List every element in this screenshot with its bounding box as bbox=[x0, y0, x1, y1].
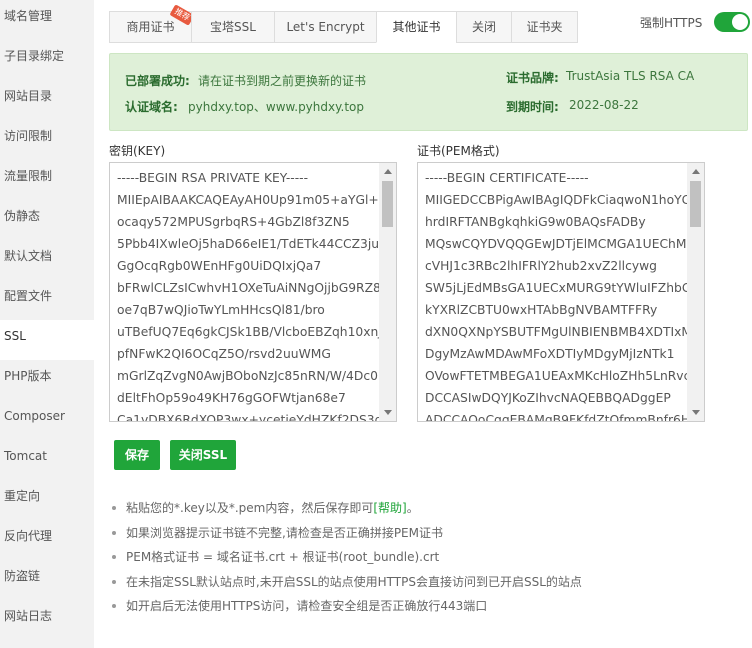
sidebar-item-rewrite[interactable]: 伪静态 bbox=[0, 200, 94, 240]
list-item: 如果浏览器提示证书链不完整,请检查是否正确拼接PEM证书 bbox=[109, 521, 582, 546]
force-https-toggle[interactable] bbox=[714, 12, 750, 32]
sidebar-item-site-log[interactable]: 网站日志 bbox=[0, 600, 94, 640]
tab-close[interactable]: 关闭 bbox=[456, 11, 511, 43]
domain-label: 认证域名: bbox=[125, 100, 178, 114]
force-https-label: 强制HTTPS bbox=[640, 16, 703, 30]
sidebar-item-domain[interactable]: 域名管理 bbox=[0, 0, 94, 40]
scroll-up-arrow-icon[interactable] bbox=[384, 169, 392, 174]
cert-info-panel: 已部署成功: 请在证书到期之前更换新的证书 证书品牌: TrustAsia TL… bbox=[109, 53, 748, 131]
sidebar-item-composer[interactable]: Composer bbox=[0, 400, 94, 440]
cert-label: 证书(PEM格式) bbox=[417, 144, 500, 158]
scroll-thumb[interactable] bbox=[690, 181, 701, 227]
key-textarea[interactable]: -----BEGIN RSA PRIVATE KEY----- MIIEpAIB… bbox=[109, 162, 397, 422]
cert-text: -----BEGIN CERTIFICATE----- MIIGEDCCBPig… bbox=[425, 171, 695, 422]
cert-textarea[interactable]: -----BEGIN CERTIFICATE----- MIIGEDCCBPig… bbox=[417, 162, 705, 422]
sidebar-item-config[interactable]: 配置文件 bbox=[0, 280, 94, 320]
scroll-down-arrow-icon[interactable] bbox=[384, 410, 392, 415]
tab-lets-encrypt[interactable]: Let's Encrypt bbox=[274, 11, 376, 43]
list-item: 在未指定SSL默认站点时,未开启SSL的站点使用HTTPS会直接访问到已开启SS… bbox=[109, 570, 582, 595]
expire-label: 到期时间: bbox=[506, 100, 559, 114]
help-link[interactable]: [帮助] bbox=[373, 501, 406, 515]
tips-list: 粘贴您的*.key以及*.pem内容，然后保存即可[帮助]。 如果浏览器提示证书… bbox=[109, 496, 582, 619]
brand-value: TrustAsia TLS RSA CA bbox=[566, 69, 695, 83]
list-item: PEM格式证书 = 域名证书.crt + 根证书(root_bundle).cr… bbox=[109, 545, 582, 570]
scroll-thumb[interactable] bbox=[382, 181, 393, 227]
sidebar-item-php[interactable]: PHP版本 bbox=[0, 360, 94, 400]
tab-other-cert[interactable]: 其他证书 bbox=[376, 11, 456, 43]
sidebar-item-traffic-limit[interactable]: 流量限制 bbox=[0, 160, 94, 200]
expire-value: 2022-08-22 bbox=[569, 98, 639, 112]
tab-label: 证书夹 bbox=[526, 20, 563, 34]
sidebar-item-hotlink[interactable]: 防盗链 bbox=[0, 560, 94, 600]
tab-label: Let's Encrypt bbox=[286, 20, 365, 34]
sidebar-item-default-doc[interactable]: 默认文档 bbox=[0, 240, 94, 280]
key-text: -----BEGIN RSA PRIVATE KEY----- MIIEpAIB… bbox=[117, 171, 396, 422]
tab-cert-folder[interactable]: 证书夹 bbox=[511, 11, 578, 43]
close-ssl-button[interactable]: 关闭SSL bbox=[170, 440, 236, 470]
ssl-tabs: 商用证书 推荐 宝塔SSL Let's Encrypt 其他证书 关闭 证书夹 bbox=[109, 4, 578, 43]
list-item: 如开启后无法使用HTTPS访问，请检查安全组是否正确放行443端口 bbox=[109, 594, 582, 619]
domain-value: pyhdxy.top、www.pyhdxy.top bbox=[188, 100, 364, 114]
list-item: 粘贴您的*.key以及*.pem内容，然后保存即可[帮助]。 bbox=[109, 496, 582, 521]
tab-label: 宝塔SSL bbox=[210, 20, 256, 34]
tip-text-end: 。 bbox=[406, 501, 419, 515]
toggle-knob bbox=[732, 14, 748, 30]
sidebar-item-ssl[interactable]: SSL bbox=[0, 320, 94, 360]
brand-label: 证书品牌: bbox=[506, 71, 559, 85]
key-scrollbar[interactable] bbox=[379, 163, 396, 421]
deployed-value: 请在证书到期之前更换新的证书 bbox=[198, 74, 367, 88]
sidebar-item-access-limit[interactable]: 访问限制 bbox=[0, 120, 94, 160]
sidebar-item-subdir[interactable]: 子目录绑定 bbox=[0, 40, 94, 80]
sidebar-item-site-dir[interactable]: 网站目录 bbox=[0, 80, 94, 120]
tab-label: 其他证书 bbox=[392, 20, 441, 34]
tab-label: 关闭 bbox=[471, 20, 496, 34]
cert-scrollbar[interactable] bbox=[687, 163, 704, 421]
sidebar: 域名管理 子目录绑定 网站目录 访问限制 流量限制 伪静态 默认文档 配置文件 … bbox=[0, 0, 94, 648]
tip-text: 粘贴您的*.key以及*.pem内容，然后保存即可 bbox=[126, 501, 374, 515]
sidebar-item-tomcat[interactable]: Tomcat bbox=[0, 440, 94, 480]
sidebar-item-reverse-proxy[interactable]: 反向代理 bbox=[0, 520, 94, 560]
deployed-label: 已部署成功: bbox=[125, 74, 190, 88]
scroll-down-arrow-icon[interactable] bbox=[692, 410, 700, 415]
tab-bt-ssl[interactable]: 宝塔SSL bbox=[191, 11, 274, 43]
key-label: 密钥(KEY) bbox=[109, 144, 166, 158]
save-button[interactable]: 保存 bbox=[114, 440, 160, 470]
scroll-up-arrow-icon[interactable] bbox=[692, 169, 700, 174]
tab-commercial-cert[interactable]: 商用证书 推荐 bbox=[109, 4, 195, 43]
sidebar-item-redirect[interactable]: 重定向 bbox=[0, 480, 94, 520]
tab-label: 商用证书 bbox=[126, 20, 175, 34]
